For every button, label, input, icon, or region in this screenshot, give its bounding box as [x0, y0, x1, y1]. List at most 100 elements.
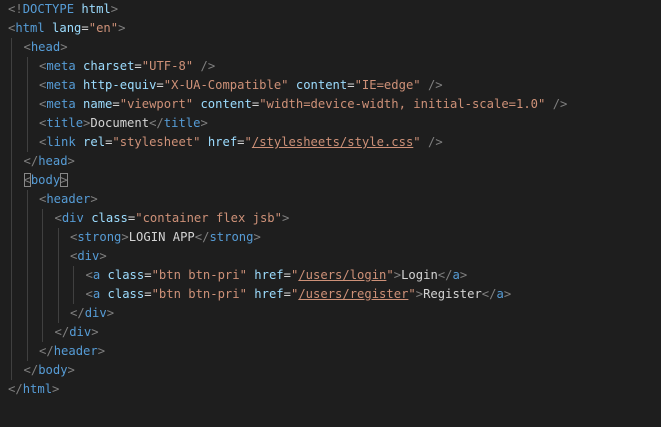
code-line[interactable]: <strong>LOGIN APP</strong>	[70, 228, 261, 247]
code-token-punct: <	[23, 173, 31, 187]
code-line[interactable]: </body>	[24, 361, 75, 380]
code-token-tag: title	[163, 116, 201, 130]
code-line[interactable]: <meta http-equiv="X-UA-Compatible" conte…	[39, 76, 443, 95]
code-token-attr: class	[107, 287, 145, 301]
code-token-str: "viewport"	[119, 97, 194, 111]
code-token-punct: <	[23, 40, 31, 54]
code-token-punct: </	[54, 325, 70, 339]
code-token-punct: >	[60, 40, 68, 54]
code-token-str: "container flex jsb"	[135, 211, 282, 225]
code-token-punct: </	[70, 306, 85, 320]
code-token-attr: content	[295, 78, 348, 92]
code-token-str: "UTF-8"	[141, 59, 194, 73]
code-line[interactable]: <meta charset="UTF-8" />	[39, 57, 215, 76]
code-token-str: "en"	[88, 21, 119, 35]
code-line[interactable]: <!DOCTYPE html>	[8, 0, 118, 19]
code-token-tag: header	[46, 192, 91, 206]
code-token-tag: meta	[46, 97, 76, 111]
code-token-tag: div	[77, 249, 100, 263]
code-token-text: =	[134, 59, 142, 73]
code-token-punct: >	[52, 382, 60, 396]
code-token-str: "	[386, 268, 394, 282]
code-token-punct: <	[85, 268, 93, 282]
code-line[interactable]: </div>	[55, 323, 99, 342]
code-token-punct: />	[200, 59, 216, 73]
code-line[interactable]: <div class="container flex jsb">	[55, 209, 290, 228]
code-token-attr: href	[254, 268, 284, 282]
code-token-attr: html	[81, 2, 111, 16]
code-line[interactable]: <title>Document</title>	[39, 114, 208, 133]
code-token-punct: >	[106, 306, 115, 320]
code-token-punct: >	[118, 21, 126, 35]
code-token-str: "btn btn-pri"	[151, 268, 247, 282]
indent-guide	[42, 209, 43, 342]
code-token-punct: >	[67, 363, 75, 377]
code-token-punct: />	[552, 97, 568, 111]
code-token-punct: </	[8, 382, 23, 396]
code-token-tag: head	[38, 154, 68, 168]
code-token-punct: >	[393, 268, 402, 282]
code-token-punct: >	[110, 2, 119, 16]
code-line[interactable]: </header>	[39, 342, 105, 361]
code-token-attr: class	[91, 211, 128, 225]
code-line[interactable]: </div>	[70, 304, 114, 323]
code-token-tag: head	[30, 40, 61, 54]
code-token-punct: >	[459, 268, 468, 282]
code-token-attr: http-equiv	[83, 78, 157, 92]
code-token-punct: />	[427, 78, 443, 92]
code-token-str: "X-UA-Compatible"	[163, 78, 289, 92]
code-token-str: "	[408, 287, 416, 301]
code-token-punct: </	[194, 230, 210, 244]
code-line[interactable]: <html lang="en">	[8, 19, 125, 38]
code-token-str: "IE=edge"	[354, 78, 421, 92]
code-token-punct: />	[427, 135, 443, 149]
code-line[interactable]: </head>	[24, 152, 75, 171]
code-token-punct: <!	[8, 2, 23, 16]
code-token-tag: a	[452, 268, 460, 282]
code-line[interactable]: <a class="btn btn-pri" href="/users/regi…	[86, 285, 512, 304]
code-token-tag: strong	[209, 230, 254, 244]
code-editor[interactable]: <!DOCTYPE html> <html lang="en"> <head> <me…	[0, 0, 661, 427]
code-line[interactable]: <a class="btn btn-pri" href="/users/logi…	[86, 266, 468, 285]
code-token-str: "btn btn-pri"	[151, 287, 247, 301]
code-line[interactable]: <header>	[39, 190, 98, 209]
code-token-tag: header	[53, 344, 98, 358]
code-token-str: "stylesheet"	[112, 135, 201, 149]
indent-guide	[11, 38, 12, 380]
indent-guide	[26, 57, 28, 152]
code-token-str: "width=device-width, initial-scale=1.0"	[259, 97, 546, 111]
code-token-punct: >	[281, 211, 290, 225]
code-token-punct: >	[97, 344, 106, 358]
indent-guide	[26, 190, 28, 361]
code-token-punct: </	[481, 287, 497, 301]
code-token-text: LOGIN APP	[128, 230, 195, 244]
indent-guide	[73, 266, 74, 304]
code-token-text: Register	[423, 287, 482, 301]
code-token-punct: >	[415, 287, 424, 301]
code-token-punct: </	[437, 268, 453, 282]
code-line[interactable]: <body>	[23, 171, 68, 190]
code-token-text: =	[144, 287, 152, 301]
code-token-tag: title	[46, 116, 84, 130]
code-line[interactable]: <link rel="stylesheet" href="/stylesheet…	[39, 133, 443, 152]
code-token-punct: >	[90, 192, 98, 206]
code-line[interactable]: <head>	[24, 38, 68, 57]
code-token-punct: <	[85, 287, 93, 301]
code-token-text: Login	[401, 268, 438, 282]
code-token-tag: div	[61, 211, 84, 225]
code-token-attr: charset	[83, 59, 135, 73]
code-line[interactable]: </html>	[8, 380, 59, 399]
code-line[interactable]: <meta name="viewport" content="width=dev…	[39, 95, 567, 114]
code-token-attr: rel	[83, 135, 106, 149]
code-token-punct: </	[23, 154, 39, 168]
code-token-link: /stylesheets/style.css	[251, 135, 414, 149]
code-token-text: =	[347, 78, 355, 92]
code-line[interactable]: <div>	[70, 247, 107, 266]
